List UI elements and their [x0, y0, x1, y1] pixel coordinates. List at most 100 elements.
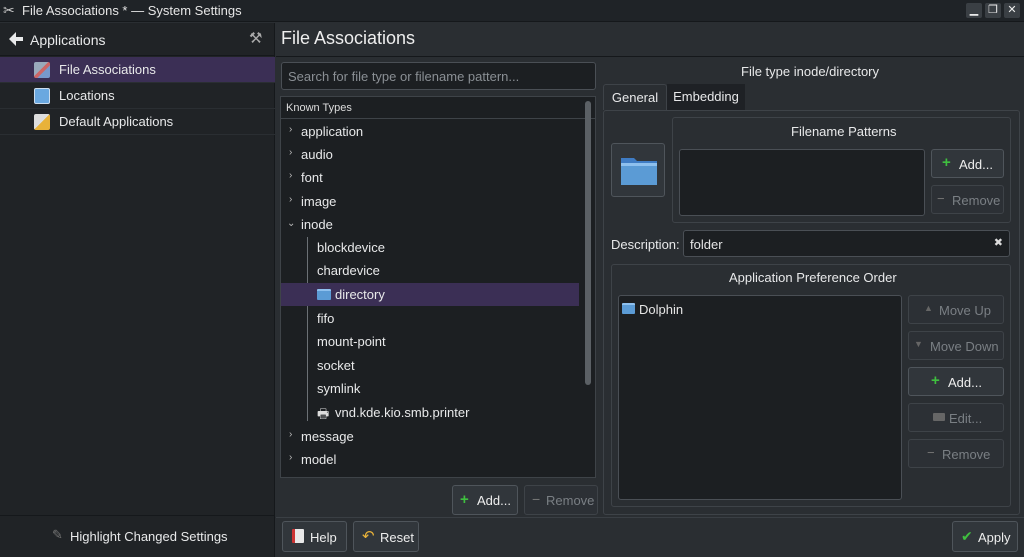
chevron-right-icon[interactable]: ›: [289, 194, 292, 205]
tree-row-socket[interactable]: socket: [281, 354, 579, 377]
add-type-button[interactable]: + Add...: [452, 485, 518, 515]
remove-application-button[interactable]: − Remove: [908, 439, 1004, 468]
tree-rows: › application › audio › font › image ⌄ inode …: [281, 120, 581, 478]
remove-pattern-button[interactable]: − Remove: [931, 185, 1004, 214]
folder-icon: [317, 289, 331, 300]
tree-row-message[interactable]: › message: [281, 425, 579, 448]
tree-row-smb-printer[interactable]: 🖶 vnd.kde.kio.smb.printer: [281, 401, 579, 424]
sidebar-item-default-applications[interactable]: Default Applications: [0, 109, 275, 135]
locations-icon: [34, 88, 50, 104]
known-types-tree[interactable]: Known Types › application › audio › font › i…: [280, 96, 596, 478]
chevron-right-icon[interactable]: ›: [289, 170, 292, 181]
help-icon: [292, 529, 304, 543]
move-up-label: Move Up: [939, 303, 992, 318]
sidebar-item-label: Default Applications: [59, 114, 174, 129]
reset-button[interactable]: ↶ Reset: [353, 521, 419, 552]
chevron-right-icon[interactable]: ›: [289, 147, 292, 158]
known-types-header[interactable]: Known Types: [281, 97, 595, 119]
chevron-right-icon[interactable]: ›: [289, 429, 292, 440]
plus-icon: +: [931, 372, 940, 389]
tree-row-blockdevice[interactable]: blockdevice: [281, 236, 579, 259]
tree-row-label: audio: [301, 147, 333, 162]
filename-patterns-title: Filename Patterns: [791, 124, 897, 139]
mime-icon-button[interactable]: [611, 143, 665, 197]
tab-embedding[interactable]: Embedding: [667, 84, 745, 110]
tab-general[interactable]: General: [603, 84, 667, 110]
tree-scrollbar[interactable]: [585, 101, 591, 385]
apply-button[interactable]: ✔ Apply: [952, 521, 1018, 552]
app-preference-title: Application Preference Order: [729, 270, 897, 285]
tree-row-label: model: [301, 452, 337, 467]
sidebar-header-title: Applications: [30, 32, 106, 48]
description-field[interactable]: folder ✖: [683, 230, 1010, 257]
help-label: Help: [310, 530, 337, 545]
arrow-up-icon: ▲: [924, 303, 933, 313]
sidebar-item-label: Locations: [59, 88, 115, 103]
description-label: Description:: [611, 237, 680, 252]
tree-row-inode[interactable]: ⌄ inode: [281, 213, 579, 236]
minus-icon: −: [937, 191, 945, 206]
move-up-button[interactable]: ▲ Move Up: [908, 295, 1004, 324]
tree-row-label: font: [301, 170, 323, 185]
sidebar-item-file-associations[interactable]: File Associations: [0, 57, 275, 83]
tree-row-label: message: [301, 429, 354, 444]
tab-embedding-label: Embedding: [673, 89, 739, 104]
edit-application-button[interactable]: Edit...: [908, 403, 1004, 432]
highlight-changed-settings-button[interactable]: ✎ Highlight Changed Settings: [0, 515, 275, 557]
tab-general-label: General: [611, 90, 659, 105]
title-separator: [276, 56, 1024, 57]
minimize-button[interactable]: ▁: [966, 3, 982, 18]
close-button[interactable]: ✕: [1004, 3, 1020, 18]
tree-row-label: symlink: [317, 381, 361, 396]
chevron-right-icon[interactable]: ›: [289, 452, 292, 463]
sidebar: Applications ⚒ File Associations Locatio…: [0, 23, 275, 557]
add-application-button[interactable]: + Add...: [908, 367, 1004, 396]
clear-icon[interactable]: ✖: [994, 236, 1003, 249]
app-preference-list[interactable]: Dolphin: [618, 295, 902, 500]
search-input[interactable]: Search for file type or filename pattern…: [281, 62, 596, 90]
tree-row-model[interactable]: › model: [281, 448, 579, 471]
remove-application-label: Remove: [942, 447, 991, 462]
remove-type-button[interactable]: − Remove: [524, 485, 598, 515]
tree-row-fifo[interactable]: fifo: [281, 307, 579, 330]
move-down-label: Move Down: [930, 339, 999, 354]
settings-app-icon: ✂: [3, 2, 15, 18]
highlight-changed-settings-label: Highlight Changed Settings: [70, 529, 228, 544]
folder-large-icon: [621, 158, 657, 185]
app-list-item[interactable]: Dolphin: [619, 300, 901, 320]
tree-row-font[interactable]: › font: [281, 166, 579, 189]
app-list-item-label: Dolphin: [639, 302, 684, 317]
title-bar: ✂ File Associations * — System Settings …: [0, 0, 1024, 22]
filename-patterns-list[interactable]: [679, 149, 925, 216]
chevron-right-icon[interactable]: ›: [289, 124, 292, 135]
edit-application-label: Edit...: [949, 411, 983, 426]
sidebar-header[interactable]: Applications ⚒: [0, 23, 275, 56]
tree-row-image[interactable]: › image: [281, 190, 579, 213]
tree-row-mount-point[interactable]: mount-point: [281, 330, 579, 353]
window-title: File Associations * — System Settings: [22, 3, 242, 18]
back-arrow-icon[interactable]: [8, 31, 24, 47]
tree-row-label: inode: [301, 217, 333, 232]
tree-row-chardevice[interactable]: chardevice: [281, 259, 579, 282]
add-application-label: Add...: [948, 375, 982, 390]
arrow-down-icon: ▼: [914, 339, 923, 349]
undo-icon: ↶: [362, 528, 375, 545]
tree-row-audio[interactable]: › audio: [281, 143, 579, 166]
configure-icon[interactable]: ⚒: [249, 29, 262, 47]
move-down-button[interactable]: ▼ Move Down: [908, 331, 1004, 360]
maximize-button[interactable]: ❐: [985, 3, 1001, 18]
minus-icon: −: [532, 491, 541, 507]
file-associations-icon: [34, 62, 50, 78]
tree-row-symlink[interactable]: symlink: [281, 377, 579, 400]
tree-row-label: image: [301, 194, 337, 209]
tree-row-label: directory: [335, 287, 385, 302]
tree-row-label: blockdevice: [317, 240, 385, 255]
help-button[interactable]: Help: [282, 521, 347, 552]
add-pattern-button[interactable]: + Add...: [931, 149, 1004, 178]
add-type-label: Add...: [477, 493, 511, 508]
tree-row-application[interactable]: › application: [281, 120, 579, 143]
chevron-down-icon[interactable]: ⌄: [287, 218, 295, 229]
tree-row-directory[interactable]: directory: [281, 283, 579, 306]
default-applications-icon: [34, 114, 50, 130]
sidebar-item-locations[interactable]: Locations: [0, 83, 275, 109]
